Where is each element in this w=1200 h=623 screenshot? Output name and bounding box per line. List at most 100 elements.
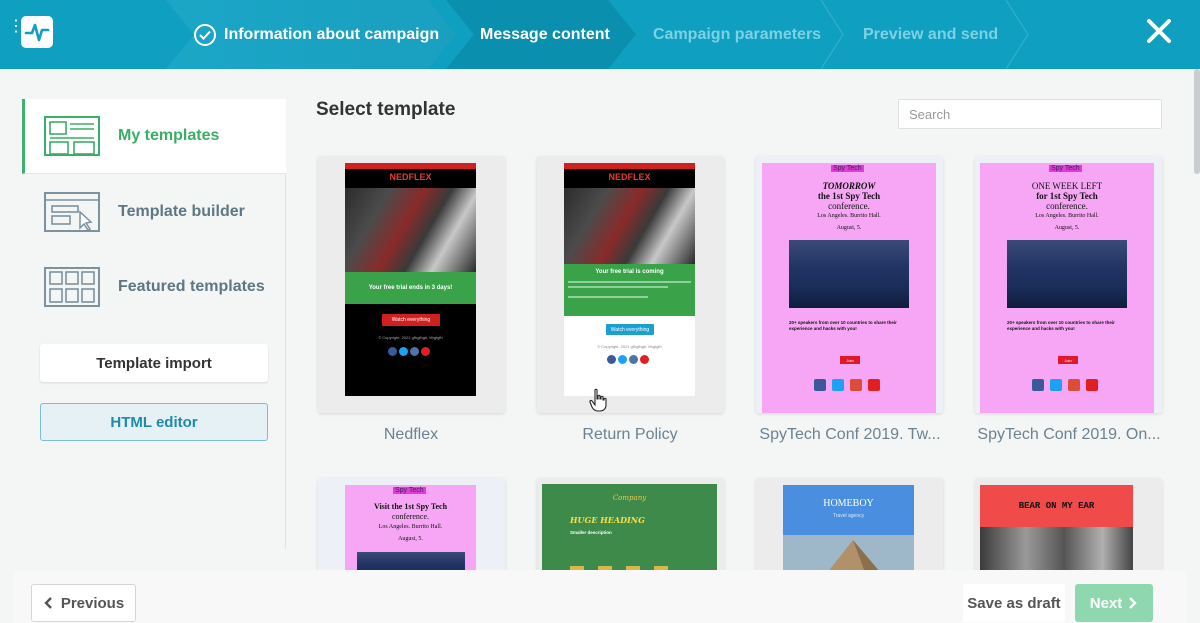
page-title: Select template (316, 99, 456, 120)
brand-tag: Spy Tech (393, 487, 426, 494)
brand-heading: HOMEBOY (823, 498, 874, 509)
headline-3: conference. (1046, 201, 1088, 211)
headline-2: the 1st Spy Tech (817, 191, 881, 201)
html-editor-button[interactable]: HTML editor (40, 403, 268, 441)
twitter-icon (618, 355, 627, 364)
facebook-icon (607, 355, 616, 364)
join-button: Join (1058, 356, 1078, 364)
close-icon[interactable] (1146, 18, 1172, 44)
google-plus-icon (1068, 379, 1080, 391)
headline-1: Visit the 1st Spy Tech (373, 502, 448, 511)
grid-icon (44, 266, 100, 307)
twitter-icon (832, 379, 844, 391)
template-name: Nedflex (383, 426, 439, 443)
watch-button: Watch everything (382, 314, 440, 326)
step-information[interactable]: Information about campaign (166, 0, 456, 69)
templates-icon (44, 116, 100, 156)
headline-3: conference. (828, 201, 870, 211)
copyright-text: © Copyright, 2021 gfhgfhgh, tfhgtgfh (378, 335, 443, 340)
check-circle-icon (194, 23, 216, 46)
speakers-text: 20+ speakers from over 10 countries to s… (1007, 320, 1115, 331)
twitter-icon (1050, 379, 1062, 391)
template-name: SpyTech Conf 2019. On... (977, 426, 1161, 443)
youtube-icon (1086, 379, 1098, 391)
search-input[interactable] (898, 99, 1162, 129)
facebook-icon (814, 379, 826, 391)
copyright-text: © Copyright, 2021 gfhgfhgh, tfhgtgfh (597, 344, 662, 349)
step-label: Information about campaign (224, 25, 440, 43)
google-plus-icon (850, 379, 862, 391)
top-strip (345, 163, 476, 169)
banner-text: Your free trial ends in 3 days! (345, 272, 476, 304)
save-draft-button[interactable]: Save as draft (963, 584, 1065, 622)
email-preview: Company HUGE HEADING Smaller description (542, 484, 717, 578)
sidebar-item-featured-templates[interactable]: Featured templates (22, 249, 286, 324)
brand-subtitle: Travel agency (832, 513, 865, 519)
headline-2: for 1st Spy Tech (1036, 191, 1098, 201)
headline-1: ONE WEEK LEFT (1031, 181, 1103, 191)
date-text: August, 5. (1054, 225, 1080, 231)
sidebar-item-my-templates[interactable]: My templates (22, 99, 286, 174)
banner-text: Your free trial is coming (595, 269, 664, 275)
menu-dots-icon[interactable]: ⋮ (8, 19, 24, 35)
step-separator (820, 0, 844, 69)
email-preview: NEDFLEX Your free trial ends in 3 days! … (345, 163, 476, 396)
step-label: Message content (480, 25, 610, 43)
youtube-icon (868, 379, 880, 391)
template-card-return-policy[interactable]: NEDFLEX Your free trial is coming Watch … (537, 156, 724, 413)
sidebar-item-template-builder[interactable]: Template builder (22, 174, 286, 249)
template-name: SpyTech Conf 2019. Tw... (759, 426, 941, 443)
join-button: Join (840, 356, 860, 364)
template-card-spytech-visit[interactable]: Spy Tech Visit the 1st Spy Tech conferen… (318, 478, 505, 578)
small-description: Smaller description (570, 530, 612, 535)
hand-cursor-icon (589, 388, 607, 412)
sidebar-item-label: Featured templates (118, 277, 265, 295)
email-preview: Spy Tech TOMORROW the 1st Spy Tech confe… (762, 163, 936, 413)
twitter-icon (399, 347, 408, 356)
vk-icon (410, 347, 419, 356)
template-card-homeboy[interactable]: HOMEBOY Travel agency (756, 478, 943, 578)
venue-text: Los Angeles. Burrito Hall. (378, 524, 443, 530)
template-name: Return Policy (582, 426, 678, 443)
step-label: Preview and send (863, 25, 999, 43)
scrollbar[interactable] (1194, 69, 1200, 174)
step-separator (1005, 0, 1029, 69)
text-line (568, 286, 668, 288)
template-card-nedflex[interactable]: NEDFLEX Your free trial ends in 3 days! … (318, 156, 505, 413)
text-line (568, 281, 691, 283)
pulse-icon[interactable] (21, 16, 53, 48)
email-preview: NEDFLEX Your free trial is coming Watch … (564, 163, 695, 396)
conference-hall-image (789, 240, 909, 308)
template-card-spytech-one-week[interactable]: Spy Tech ONE WEEK LEFT for 1st Spy Tech … (975, 156, 1162, 413)
sidebar-item-label: My templates (118, 127, 220, 144)
next-button[interactable]: Next (1075, 584, 1153, 622)
vk-icon (629, 355, 638, 364)
venue-text: Los Angeles. Burrito Hall. (1035, 213, 1099, 219)
template-card-spytech-tomorrow[interactable]: Spy Tech TOMORROW the 1st Spy Tech confe… (756, 156, 943, 413)
youtube-icon (640, 355, 649, 364)
previous-button[interactable]: Previous (31, 584, 136, 622)
template-card-huge-heading[interactable]: Company HUGE HEADING Smaller description (537, 478, 724, 578)
date-text: August, 5. (398, 536, 423, 542)
brand-tag: Spy Tech (1049, 165, 1082, 172)
top-bar: ⋮ Information about campaign Message con… (0, 0, 1200, 69)
green-banner: Your free trial is coming (564, 264, 695, 316)
brand-tag: Spy Tech (831, 165, 864, 172)
brand-logo: NEDFLEX (389, 172, 432, 182)
sidebar: My templates Template builder Featured t… (22, 99, 286, 549)
facebook-icon (388, 347, 397, 356)
headline-2: conference. (391, 512, 430, 521)
template-card-bear-on-my-ear[interactable]: BEAR ON MY EAR (975, 478, 1162, 578)
step-label: Campaign parameters (653, 25, 822, 43)
step-message-content[interactable]: Message content (446, 0, 636, 69)
speakers-text: 20+ speakers from over 10 countries to s… (789, 320, 897, 331)
email-preview: HOMEBOY Travel agency (783, 485, 914, 578)
movie-poster-image (564, 188, 695, 264)
chevron-left-icon (44, 597, 52, 609)
company-logo: Company (612, 494, 647, 502)
template-import-button[interactable]: Template import (40, 344, 268, 382)
sidebar-item-label: Template builder (118, 202, 245, 220)
step-campaign-parameters[interactable]: Campaign parameters (625, 0, 847, 69)
headline-1: TOMORROW (822, 181, 876, 191)
email-preview: Spy Tech Visit the 1st Spy Tech conferen… (345, 485, 476, 578)
